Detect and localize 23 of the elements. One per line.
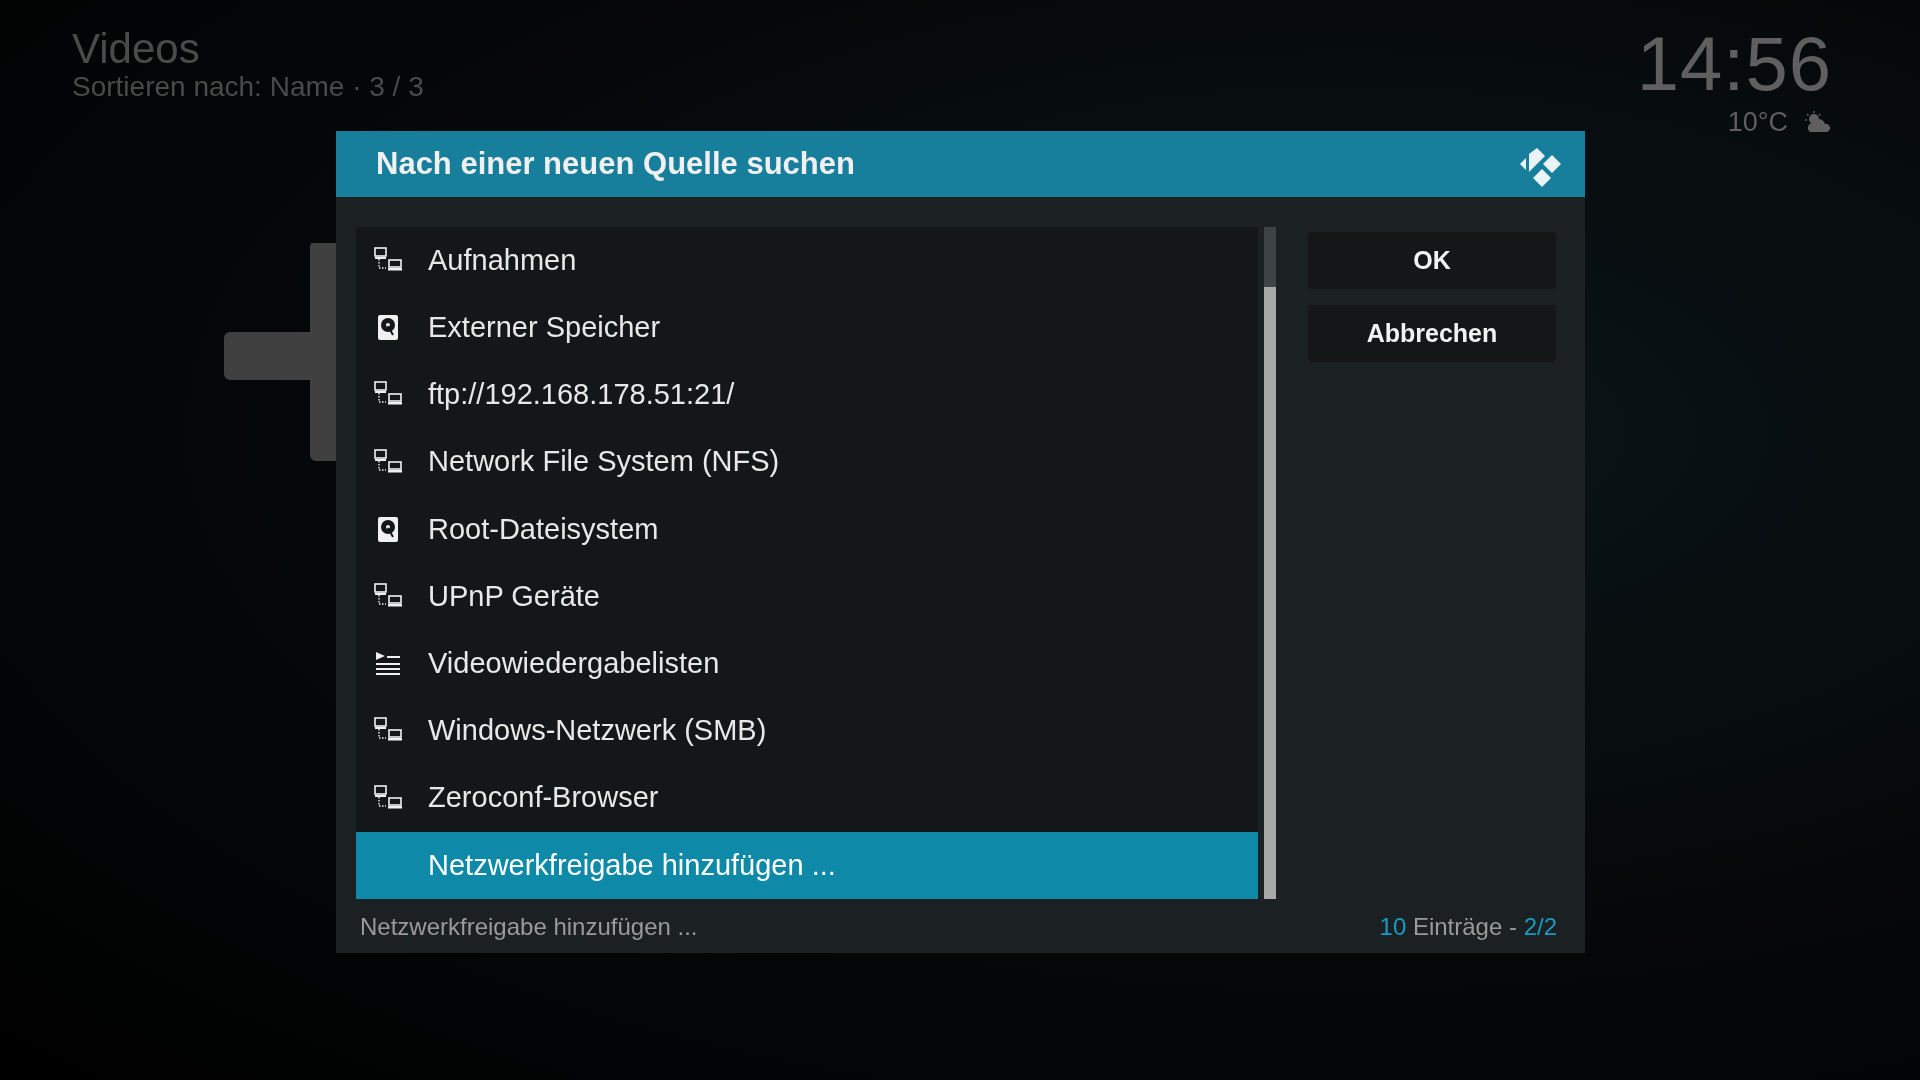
- cloud-sun-icon: [1804, 111, 1832, 134]
- source-list-item[interactable]: Aufnahmen: [356, 227, 1258, 295]
- network-icon: [374, 448, 402, 476]
- source-list-item[interactable]: Network File System (NFS): [356, 428, 1258, 496]
- item-count: 10 Einträge - 2/2: [1379, 912, 1557, 942]
- source-list-item[interactable]: Videowiedergabelisten: [356, 630, 1258, 698]
- window-title: Videos: [72, 26, 201, 73]
- source-list-item[interactable]: ftp://192.168.178.51:21/: [356, 361, 1258, 429]
- item-description: Netzwerkfreigabe hinzufügen ...: [360, 912, 698, 942]
- clock: 14:56: [1636, 26, 1832, 102]
- sort-info: Sortieren nach: Name · 3 / 3: [72, 72, 424, 103]
- dialog-button[interactable]: OK: [1308, 232, 1556, 289]
- source-list-item[interactable]: Root-Dateisystem: [356, 495, 1258, 563]
- source-list-item[interactable]: Zeroconf-Browser: [356, 764, 1258, 832]
- playlist-icon: [374, 650, 402, 678]
- dialog-title: Nach einer neuen Quelle suchen: [376, 144, 855, 183]
- dialog-button[interactable]: Abbrechen: [1308, 305, 1556, 362]
- source-list-item[interactable]: Windows-Netzwerk (SMB): [356, 697, 1258, 765]
- temperature: 10°C: [1727, 106, 1788, 139]
- network-icon: [374, 784, 402, 812]
- source-list-item[interactable]: UPnP Geräte: [356, 562, 1258, 631]
- source-list-item[interactable]: Externer Speicher: [356, 294, 1258, 362]
- source-list-item[interactable]: Netzwerkfreigabe hinzufügen ...: [356, 831, 1258, 899]
